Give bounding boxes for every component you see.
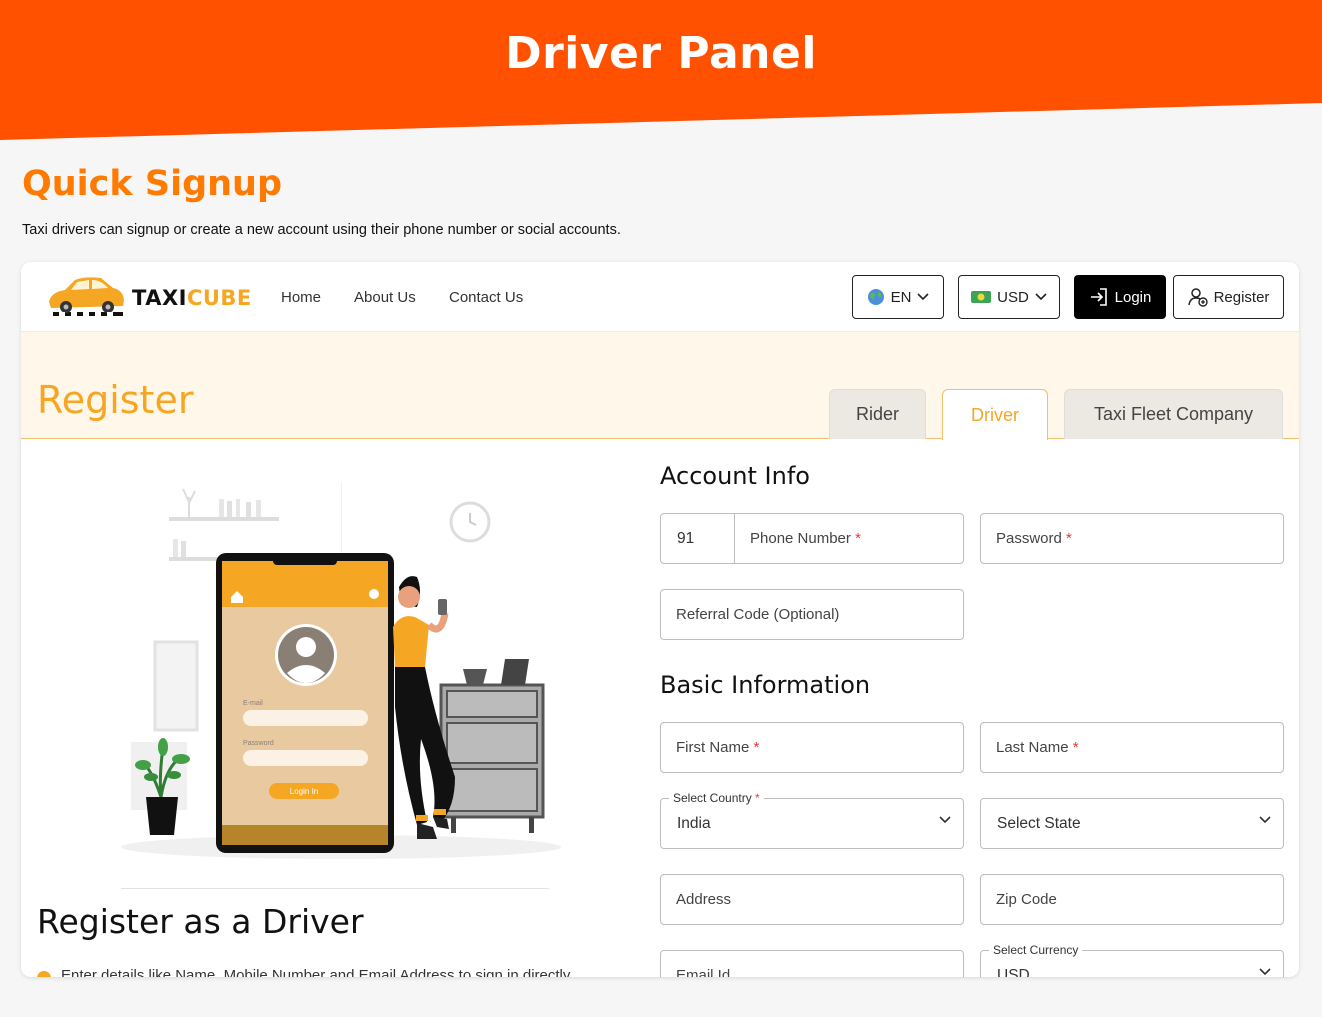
register-button[interactable]: Register [1173, 275, 1284, 319]
phone-number-field[interactable]: 91 Phone Number * [660, 513, 964, 564]
tab-taxi-fleet-company[interactable]: Taxi Fleet Company [1064, 389, 1283, 439]
login-button[interactable]: Login [1074, 275, 1166, 319]
tab-rider[interactable]: Rider [829, 389, 926, 439]
logo-text-taxi: TAXI [132, 286, 187, 310]
email-placeholder: Email Id [676, 967, 731, 977]
register-driver-heading: Register as a Driver [37, 902, 364, 941]
chevron-down-icon [1259, 816, 1271, 824]
zip-code-placeholder: Zip Code [996, 891, 1057, 908]
register-label: Register [1213, 288, 1270, 306]
first-name-field[interactable]: First Name * [660, 722, 964, 773]
add-user-icon [1187, 288, 1208, 307]
last-name-field[interactable]: Last Name * [980, 722, 1284, 773]
app-screenshot-card: TAXICUBE Home About Us Contact Us EN USD [21, 262, 1299, 977]
chevron-down-icon [917, 293, 929, 301]
illus-email-label: E-mail [243, 700, 263, 707]
login-label: Login [1114, 288, 1152, 306]
field-separator [734, 514, 735, 563]
referral-code-field[interactable]: Referral Code (Optional) [660, 589, 964, 640]
state-select-value: Select State [997, 815, 1081, 832]
currency-select-value: USD [997, 967, 1030, 977]
language-dropdown[interactable]: EN [852, 275, 944, 319]
tab-driver[interactable]: Driver [942, 389, 1048, 440]
currency-dropdown[interactable]: USD [958, 275, 1060, 319]
password-placeholder: Password * [996, 530, 1072, 547]
globe-icon [867, 289, 884, 305]
nav-link-about[interactable]: About Us [354, 289, 416, 306]
currency-select[interactable]: Select Currency USD [980, 943, 1284, 977]
currency-select-label: Select Currency [989, 943, 1083, 957]
money-icon [971, 291, 992, 303]
section-divider [121, 888, 549, 889]
country-select-label: Select Country * [669, 791, 764, 805]
zip-code-field[interactable]: Zip Code [980, 874, 1284, 925]
state-select[interactable]: Select State [980, 798, 1284, 849]
bullet-text: Enter details like Name, Mobile Number a… [61, 967, 571, 977]
address-placeholder: Address [676, 891, 732, 908]
logo-text-cube: CUBE [186, 286, 252, 310]
account-info-heading: Account Info [660, 462, 810, 490]
country-select[interactable]: Select Country * India [660, 791, 964, 849]
illus-password-label: Password [243, 740, 274, 747]
illus-login-button-label: Login In [290, 787, 318, 796]
register-title: Register [37, 378, 194, 422]
hero-banner: Driver Panel [0, 0, 1322, 145]
quick-signup-title: Quick Signup [22, 164, 283, 204]
password-field[interactable]: Password * [980, 513, 1284, 564]
last-name-placeholder: Last Name * [996, 739, 1079, 756]
register-header: Register Rider Driver Taxi Fleet Company [21, 332, 1299, 440]
driver-signup-illustration: E-mail Password Login In [121, 482, 561, 859]
referral-code-placeholder: Referral Code (Optional) [676, 606, 840, 623]
logo[interactable]: TAXICUBE [132, 286, 252, 310]
navbar: TAXICUBE Home About Us Contact Us EN USD [21, 262, 1299, 332]
phone-number-placeholder: Phone Number * [750, 530, 861, 547]
country-select-value: India [677, 815, 711, 832]
nav-link-contact[interactable]: Contact Us [449, 289, 523, 306]
first-name-placeholder: First Name * [676, 739, 760, 756]
taxi-car-icon[interactable] [45, 272, 127, 318]
country-code-input[interactable]: 91 [677, 530, 694, 548]
page-title: Driver Panel [505, 28, 817, 79]
login-icon [1090, 288, 1107, 306]
chevron-down-icon [1259, 968, 1271, 976]
address-field[interactable]: Address [660, 874, 964, 925]
chevron-down-icon [939, 816, 951, 824]
nav-link-home[interactable]: Home [281, 289, 321, 306]
bullet-icon [37, 971, 51, 977]
email-field[interactable]: Email Id [660, 950, 964, 977]
language-value: EN [890, 288, 912, 306]
currency-value: USD [997, 288, 1029, 306]
chevron-down-icon [1035, 293, 1047, 301]
basic-info-heading: Basic Information [660, 671, 871, 699]
quick-signup-description: Taxi drivers can signup or create a new … [22, 222, 621, 238]
